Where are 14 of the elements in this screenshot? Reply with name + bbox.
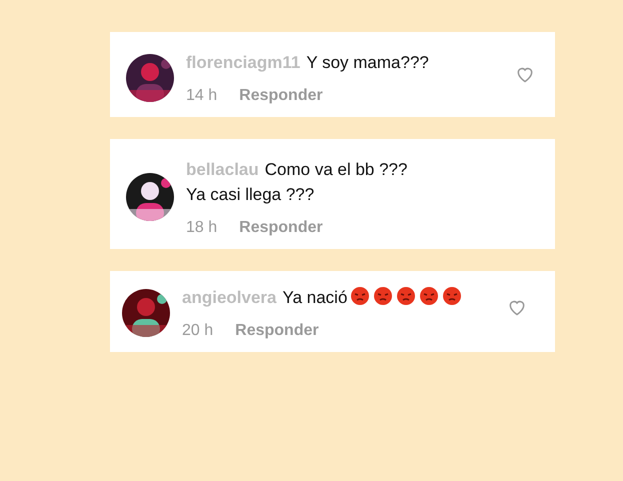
comment-text: angieolvera Ya nació	[182, 288, 348, 307]
angry-face-icon	[396, 286, 416, 306]
angry-face-icon	[350, 286, 370, 306]
comment-text: florenciagm11 Y soy mama???	[186, 53, 429, 72]
comment-time: 18 h	[186, 219, 218, 237]
reply-link[interactable]: Responder	[239, 219, 323, 237]
angry-face-icon	[419, 286, 440, 306]
reply-link[interactable]: Responder	[235, 322, 319, 340]
comment-time: 20 h	[182, 322, 214, 340]
comment-text: bellaclau Como va el bb ??? Ya casi llega ???	[186, 160, 408, 204]
reply-link[interactable]: Responder	[239, 87, 323, 105]
comment-time: 14 h	[186, 87, 218, 105]
angry-face-icon	[373, 286, 394, 306]
angry-face-icon	[442, 286, 462, 306]
